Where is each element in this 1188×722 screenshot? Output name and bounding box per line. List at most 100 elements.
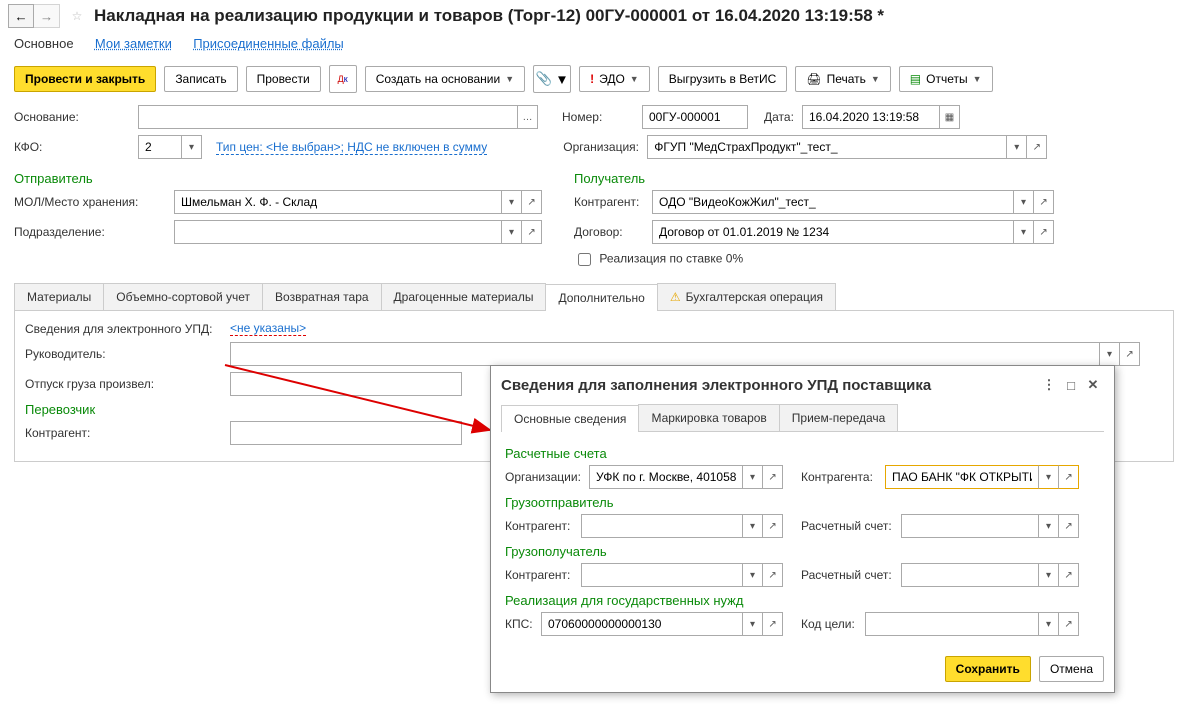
report-icon: ▤ <box>910 72 921 86</box>
edo-button[interactable]: ! ЭДО ▼ <box>579 66 650 92</box>
gov-title: Реализация для государственных нужд <box>505 593 1100 608</box>
release-label: Отпуск груза произвел: <box>25 377 230 391</box>
kps-input[interactable] <box>541 612 743 636</box>
org-open-button[interactable]: ↗ <box>1027 135 1047 159</box>
create-based-button[interactable]: Создать на основании ▼ <box>365 66 525 92</box>
dialog-maximize-button[interactable]: □ <box>1060 374 1082 396</box>
consignee-acct-dropdown-button[interactable]: ▾ <box>1039 563 1059 587</box>
calendar-icon: ▦ <box>945 112 954 123</box>
consignee-contr-input[interactable] <box>581 563 743 587</box>
dept-open-button[interactable]: ↗ <box>522 220 542 244</box>
dept-dropdown-button[interactable]: ▾ <box>502 220 522 244</box>
vetis-button[interactable]: Выгрузить в ВетИС <box>658 66 788 92</box>
recv-contr-open-button[interactable]: ↗ <box>1034 190 1054 214</box>
dialog-save-button[interactable]: Сохранить <box>945 656 1031 682</box>
recv-contr-input[interactable] <box>652 190 1014 214</box>
consignee-contr-open-button[interactable]: ↗ <box>763 563 783 587</box>
subtab-extra[interactable]: Дополнительно <box>545 284 657 311</box>
upd-link[interactable]: <не указаны> <box>230 321 306 336</box>
acct-org-open-button[interactable]: ↗ <box>763 465 783 489</box>
recv-contr-dropdown-button[interactable]: ▾ <box>1014 190 1034 214</box>
mol-input[interactable] <box>174 190 502 214</box>
acct-org-label: Организации: <box>505 470 589 484</box>
basis-input[interactable] <box>138 105 518 129</box>
release-input[interactable] <box>230 372 462 396</box>
number-input[interactable] <box>642 105 748 129</box>
date-calendar-button[interactable]: ▦ <box>940 105 960 129</box>
head-dropdown-button[interactable]: ▾ <box>1100 342 1120 366</box>
page-title: Накладная на реализацию продукции и това… <box>94 6 884 26</box>
back-button[interactable]: ← <box>8 4 34 28</box>
consignor-contr-label: Контрагент: <box>505 519 581 533</box>
favorite-star-icon[interactable]: ☆ <box>66 5 88 27</box>
forward-button[interactable]: → <box>34 4 60 28</box>
mol-dropdown-button[interactable]: ▾ <box>502 190 522 214</box>
kps-dropdown-button[interactable]: ▾ <box>743 612 763 636</box>
chevron-down-icon: ▼ <box>555 72 568 87</box>
kps-open-button[interactable]: ↗ <box>763 612 783 636</box>
head-open-button[interactable]: ↗ <box>1120 342 1140 366</box>
consignor-acct-open-button[interactable]: ↗ <box>1059 514 1079 538</box>
kfo-input[interactable] <box>138 135 182 159</box>
consignor-acct-input[interactable] <box>901 514 1039 538</box>
dt-kt-icon: Дк <box>338 75 348 84</box>
dialog-cancel-button[interactable]: Отмена <box>1039 656 1104 682</box>
acct-contr-input[interactable] <box>885 465 1039 489</box>
acct-contr-dropdown-button[interactable]: ▾ <box>1039 465 1059 489</box>
chevron-down-icon: ▼ <box>871 74 880 84</box>
subtab-accounting[interactable]: ⚠ Бухгалтерская операция <box>657 283 836 310</box>
zero-rate-checkbox[interactable] <box>578 253 591 266</box>
dlg-tab-main[interactable]: Основные сведения <box>501 405 639 432</box>
contract-dropdown-button[interactable]: ▾ <box>1014 220 1034 244</box>
nav-tab-main[interactable]: Основное <box>14 36 74 51</box>
print-button[interactable]: 🖨 Печать ▼ <box>795 66 890 92</box>
nav-tab-files[interactable]: Присоединенные файлы <box>193 36 344 51</box>
reports-button[interactable]: ▤ Отчеты ▼ <box>899 66 993 92</box>
dept-input[interactable] <box>174 220 502 244</box>
acct-org-input[interactable] <box>589 465 743 489</box>
subtab-returnable[interactable]: Возвратная тара <box>262 283 382 310</box>
carrier-contr-input[interactable] <box>230 421 462 445</box>
dt-kt-button[interactable]: Дк <box>329 65 357 93</box>
kfo-dropdown-button[interactable]: ▾ <box>182 135 202 159</box>
consignee-acct-open-button[interactable]: ↗ <box>1059 563 1079 587</box>
subtab-precious[interactable]: Драгоценные материалы <box>381 283 547 310</box>
zero-rate-checkbox-label[interactable]: Реализация по ставке 0% <box>574 250 743 269</box>
goal-input[interactable] <box>865 612 1039 636</box>
acct-contr-open-button[interactable]: ↗ <box>1059 465 1079 489</box>
goal-open-button[interactable]: ↗ <box>1059 612 1079 636</box>
dlg-tab-transfer[interactable]: Прием-передача <box>779 404 899 431</box>
dialog-title: Сведения для заполнения электронного УПД… <box>501 377 931 394</box>
subtab-volumetric[interactable]: Объемно-сортовой учет <box>103 283 263 310</box>
consignor-acct-label: Расчетный счет: <box>801 519 901 533</box>
head-input[interactable] <box>230 342 1100 366</box>
attach-button[interactable]: 📎 ▼ <box>533 65 571 93</box>
consignor-acct-dropdown-button[interactable]: ▾ <box>1039 514 1059 538</box>
save-button[interactable]: Записать <box>164 66 237 92</box>
post-button[interactable]: Провести <box>246 66 321 92</box>
post-and-close-button[interactable]: Провести и закрыть <box>14 66 156 92</box>
acct-org-dropdown-button[interactable]: ▾ <box>743 465 763 489</box>
consignee-contr-dropdown-button[interactable]: ▾ <box>743 563 763 587</box>
dialog-more-button[interactable]: ⋮ <box>1038 374 1060 396</box>
basis-label: Основание: <box>14 110 124 124</box>
date-input[interactable] <box>802 105 940 129</box>
goal-dropdown-button[interactable]: ▾ <box>1039 612 1059 636</box>
dlg-tab-mark[interactable]: Маркировка товаров <box>638 404 779 431</box>
subtab-materials[interactable]: Материалы <box>14 283 104 310</box>
basis-ellipsis-button[interactable]: … <box>518 105 538 129</box>
dialog-close-button[interactable]: ✕ <box>1082 374 1104 396</box>
contract-open-button[interactable]: ↗ <box>1034 220 1054 244</box>
price-type-link[interactable]: Тип цен: <Не выбран>; НДС не включен в с… <box>216 140 487 155</box>
consignor-contr-input[interactable] <box>581 514 743 538</box>
consignee-acct-input[interactable] <box>901 563 1039 587</box>
consignor-contr-dropdown-button[interactable]: ▾ <box>743 514 763 538</box>
mol-open-button[interactable]: ↗ <box>522 190 542 214</box>
consignor-contr-open-button[interactable]: ↗ <box>763 514 783 538</box>
chevron-down-icon: ▼ <box>973 74 982 84</box>
org-dropdown-button[interactable]: ▾ <box>1007 135 1027 159</box>
contract-input[interactable] <box>652 220 1014 244</box>
head-label: Руководитель: <box>25 347 230 361</box>
org-input[interactable] <box>647 135 1007 159</box>
nav-tab-notes[interactable]: Мои заметки <box>95 36 172 51</box>
